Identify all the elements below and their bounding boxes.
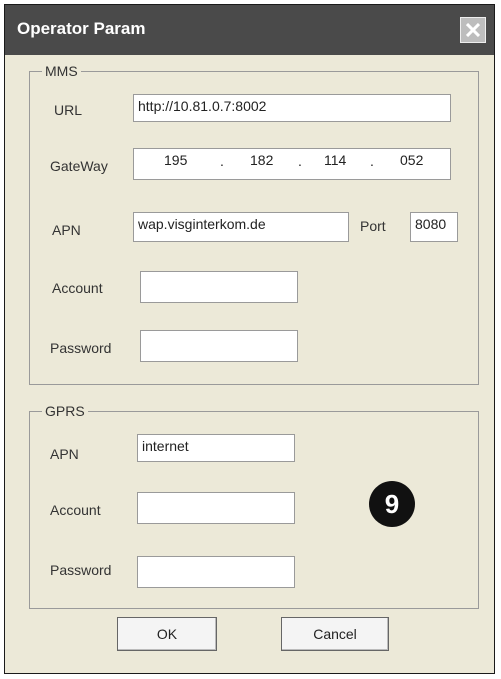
gprs-apn-label: APN	[50, 446, 79, 462]
gateway-dot-1: .	[220, 153, 224, 169]
gprs-password-input[interactable]	[137, 556, 295, 588]
step-number-badge: 9	[369, 481, 415, 527]
gprs-account-input[interactable]	[137, 492, 295, 524]
gateway-octet-4: 052	[400, 152, 424, 168]
gprs-password-label: Password	[50, 562, 112, 578]
mms-apn-input[interactable]: wap.visɡinterkom.de	[133, 212, 349, 242]
operator-param-dialog: Operator Param MMS URL http://10.81.0.7:…	[4, 4, 495, 674]
mms-account-input[interactable]	[140, 271, 298, 303]
close-icon	[466, 23, 480, 37]
title-bar: Operator Param	[5, 5, 494, 55]
close-button[interactable]	[460, 17, 486, 43]
ok-button[interactable]: OK	[117, 617, 217, 651]
gateway-octet-2: 182	[250, 152, 274, 168]
mms-password-label: Password	[50, 340, 112, 356]
url-input[interactable]: http://10.81.0.7:8002	[133, 94, 451, 122]
mms-account-label: Account	[52, 280, 103, 296]
gateway-label: GateWay	[50, 158, 108, 174]
gprs-account-label: Account	[50, 502, 101, 518]
mms-apn-label: APN	[52, 222, 81, 238]
mms-group: MMS URL http://10.81.0.7:8002 GateWay 19…	[29, 63, 479, 385]
gateway-dot-3: .	[370, 153, 374, 169]
gprs-apn-input[interactable]: internet	[137, 434, 295, 462]
cancel-button[interactable]: Cancel	[281, 617, 389, 651]
url-label: URL	[54, 102, 83, 118]
gprs-group-label: GPRS	[42, 403, 88, 419]
gateway-octet-3: 114	[324, 152, 347, 168]
port-input[interactable]: 8080	[410, 212, 458, 242]
gateway-octet-1: 195	[164, 152, 188, 168]
mms-group-label: MMS	[42, 63, 81, 79]
gateway-dot-2: .	[298, 153, 302, 169]
gateway-ip-input[interactable]: 195 . 182 . 114 . 052	[133, 148, 451, 180]
port-label: Port	[360, 218, 386, 234]
mms-password-input[interactable]	[140, 330, 298, 362]
window-title: Operator Param	[17, 19, 146, 38]
